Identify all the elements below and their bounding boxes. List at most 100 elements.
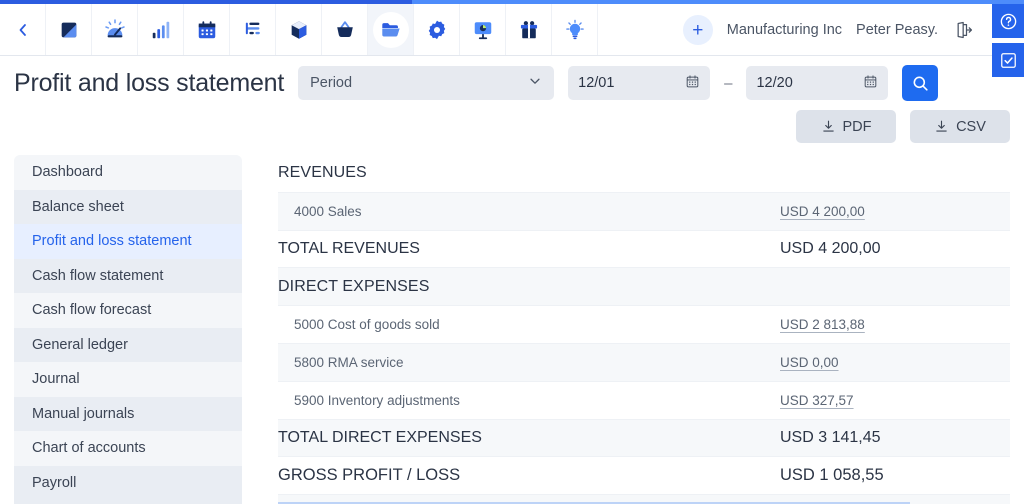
sidebar-item-label: Cash flow forecast bbox=[32, 302, 151, 318]
back-chevron-icon bbox=[15, 22, 31, 38]
check-square-icon bbox=[999, 51, 1018, 70]
search-button[interactable] bbox=[902, 65, 938, 101]
sidebar-item-chart-of-accounts[interactable]: Chart of accounts bbox=[14, 431, 242, 466]
sidebar-item-cash-flow-forecast[interactable]: Cash flow forecast bbox=[14, 293, 242, 328]
add-button[interactable]: + bbox=[683, 15, 713, 45]
table-row: TOTAL DIRECT EXPENSESUSD 3 141,45 bbox=[278, 420, 1010, 458]
export-button-group: PDF CSV bbox=[796, 110, 1010, 143]
date-to-input[interactable]: 12/20 bbox=[746, 66, 888, 100]
row-label: 5800 RMA service bbox=[278, 355, 780, 370]
sidebar-item-label: Manual journals bbox=[32, 406, 134, 422]
calendar-icon bbox=[863, 74, 878, 93]
row-label: REVENUES bbox=[278, 164, 780, 182]
row-label: 5900 Inventory adjustments bbox=[278, 393, 780, 408]
toolbar-item-dashboard[interactable] bbox=[92, 4, 138, 55]
header-right-group: + Manufacturing Inc Peter Peasy. bbox=[683, 4, 1024, 56]
table-row: 5800 RMA serviceUSD 0,00 bbox=[278, 344, 1010, 382]
download-icon bbox=[934, 119, 949, 134]
sidebar-item-journal[interactable]: Journal bbox=[14, 362, 242, 397]
row-label: TOTAL DIRECT EXPENSES bbox=[278, 429, 780, 447]
list-icon bbox=[242, 19, 264, 41]
table-row: TOTAL REVENUESUSD 4 200,00 bbox=[278, 231, 1010, 269]
export-pdf-label: PDF bbox=[843, 119, 872, 135]
toolbar-item-overview[interactable] bbox=[46, 4, 92, 55]
toolbar-item-ideas[interactable] bbox=[552, 4, 598, 55]
sidebar-item-general-ledger[interactable]: General ledger bbox=[14, 328, 242, 363]
report-nav-sidebar: Dashboard Balance sheet Profit and loss st… bbox=[14, 155, 242, 504]
table-row: GROSS PROFIT / LOSSUSD 1 058,55 bbox=[278, 457, 1010, 495]
sidebar-item-label: Payroll bbox=[32, 475, 76, 491]
date-to-value: 12/20 bbox=[756, 75, 792, 91]
export-csv-button[interactable]: CSV bbox=[910, 110, 1010, 143]
organization-name: Manufacturing Inc bbox=[727, 22, 842, 38]
row-label: 5000 Cost of goods sold bbox=[278, 317, 780, 332]
sidebar-partial-row bbox=[14, 500, 242, 504]
corner-button-group bbox=[992, 4, 1024, 77]
gift-icon bbox=[518, 19, 540, 41]
bar-chart-icon bbox=[150, 19, 172, 41]
sidebar-item-cash-flow-statement[interactable]: Cash flow statement bbox=[14, 259, 242, 294]
main-toolbar bbox=[0, 4, 598, 55]
row-amount: USD 4 200,00 bbox=[780, 240, 1010, 258]
row-amount: USD 3 141,45 bbox=[780, 429, 1010, 447]
folder-open-icon bbox=[380, 19, 402, 41]
logout-button[interactable] bbox=[952, 20, 976, 40]
sidebar-item-dashboard[interactable]: Dashboard bbox=[14, 155, 242, 190]
sidebar-item-label: Profit and loss statement bbox=[32, 233, 192, 249]
sidebar-item-label: Cash flow statement bbox=[32, 268, 163, 284]
row-label: TOTAL REVENUES bbox=[278, 240, 780, 258]
sidebar-item-label: Dashboard bbox=[32, 164, 103, 180]
date-range-separator: – bbox=[724, 75, 732, 92]
gear-icon bbox=[426, 19, 448, 41]
row-amount[interactable]: USD 4 200,00 bbox=[780, 204, 1010, 219]
toolbar-item-offers[interactable] bbox=[506, 4, 552, 55]
table-row: 5000 Cost of goods soldUSD 2 813,88 bbox=[278, 306, 1010, 344]
confirm-button[interactable] bbox=[992, 43, 1024, 77]
toolbar-item-reports[interactable] bbox=[460, 4, 506, 55]
square-split-icon bbox=[58, 19, 80, 41]
row-amount[interactable]: USD 2 813,88 bbox=[780, 317, 1010, 332]
presentation-icon bbox=[472, 19, 494, 41]
toolbar-item-settings[interactable] bbox=[414, 4, 460, 55]
row-label: 4000 Sales bbox=[278, 204, 780, 219]
page-title: Profit and loss statement bbox=[14, 69, 284, 98]
box-icon bbox=[288, 19, 310, 41]
toolbar-item-accounting[interactable] bbox=[368, 4, 414, 55]
page-title-row: Profit and loss statement Period 12/01 – bbox=[0, 57, 1024, 109]
calendar-icon bbox=[196, 19, 218, 41]
gauge-icon bbox=[103, 18, 127, 42]
back-button[interactable] bbox=[0, 4, 46, 55]
row-amount: USD 1 058,55 bbox=[780, 466, 1010, 485]
sidebar-item-label: Chart of accounts bbox=[32, 440, 146, 456]
period-select[interactable]: Period bbox=[298, 66, 554, 100]
export-pdf-button[interactable]: PDF bbox=[796, 110, 896, 143]
sidebar-item-payroll[interactable]: Payroll bbox=[14, 466, 242, 501]
toolbar-item-products[interactable] bbox=[276, 4, 322, 55]
toolbar-item-statistics[interactable] bbox=[138, 4, 184, 55]
toolbar-item-tasks[interactable] bbox=[230, 4, 276, 55]
date-from-input[interactable]: 12/01 bbox=[568, 66, 710, 100]
lightbulb-icon bbox=[564, 19, 586, 41]
table-row: REVENUES bbox=[278, 155, 1010, 193]
sidebar-item-manual-journals[interactable]: Manual journals bbox=[14, 397, 242, 432]
calendar-icon bbox=[685, 74, 700, 93]
row-amount[interactable]: USD 0,00 bbox=[780, 355, 1010, 370]
export-csv-label: CSV bbox=[956, 119, 986, 135]
row-label: DIRECT EXPENSES bbox=[278, 278, 780, 296]
toolbar-item-sales[interactable] bbox=[322, 4, 368, 55]
app-header: + Manufacturing Inc Peter Peasy. bbox=[0, 4, 1024, 56]
search-icon bbox=[911, 74, 930, 93]
table-row: 4000 SalesUSD 4 200,00 bbox=[278, 193, 1010, 231]
sidebar-item-balance-sheet[interactable]: Balance sheet bbox=[14, 190, 242, 225]
row-amount[interactable]: USD 327,57 bbox=[780, 393, 1010, 408]
table-row: 5900 Inventory adjustmentsUSD 327,57 bbox=[278, 382, 1010, 420]
report-table: REVENUES4000 SalesUSD 4 200,00TOTAL REVE… bbox=[278, 155, 1010, 504]
download-icon bbox=[821, 119, 836, 134]
help-button[interactable] bbox=[992, 4, 1024, 38]
sidebar-item-profit-and-loss-statement[interactable]: Profit and loss statement bbox=[14, 224, 242, 259]
user-name[interactable]: Peter Peasy. bbox=[856, 22, 938, 38]
sidebar-item-label: General ledger bbox=[32, 337, 128, 353]
basket-icon bbox=[334, 19, 356, 41]
date-from-value: 12/01 bbox=[578, 75, 614, 91]
toolbar-item-calendar[interactable] bbox=[184, 4, 230, 55]
